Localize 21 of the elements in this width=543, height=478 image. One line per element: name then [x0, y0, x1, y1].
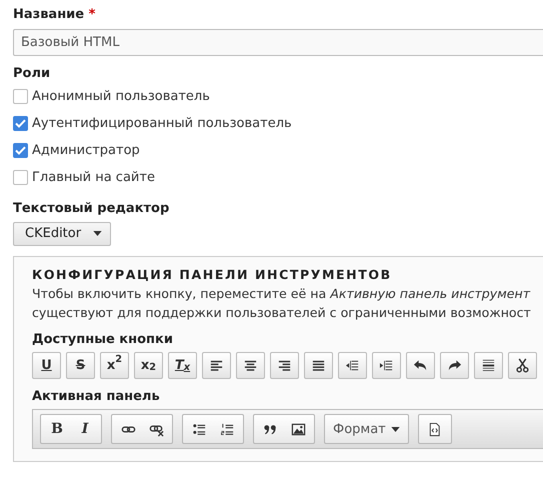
- format-dropdown[interactable]: Формат: [327, 417, 406, 442]
- text-button[interactable]: x$^{2}$: [100, 352, 129, 379]
- underline-button[interactable]: U: [32, 352, 61, 379]
- role-label[interactable]: Аутентифицированный пользователь: [32, 114, 292, 134]
- required-mark: *: [88, 7, 96, 22]
- roles-label: Роли: [13, 64, 50, 82]
- available-buttons-label: Доступные кнопки: [32, 331, 173, 350]
- active-toolbar-label: Активная панель: [32, 388, 160, 406]
- description-line: Чтобы включить кнопку, переместите её на Активную панель инструмент: [32, 285, 532, 304]
- bold-button[interactable]: B: [43, 417, 71, 442]
- italic-button[interactable]: I: [71, 417, 99, 442]
- name-input[interactable]: Базовый HTML: [13, 28, 543, 56]
- panel-title: КОНФИГУРАЦИЯ ПАНЕЛИ ИНСТРУМЕНТОВ: [32, 266, 393, 284]
- role-label[interactable]: Администратор: [32, 140, 140, 160]
- editor-select[interactable]: CKEditor: [13, 222, 112, 246]
- role-label[interactable]: Анонимный пользователь: [32, 86, 210, 106]
- description-line: существуют для поддержки пользователей с ограниченными возможност: [32, 304, 532, 322]
- field-label: Название *: [13, 6, 96, 24]
- editor-label: Текстовый редактор: [13, 200, 170, 218]
- role-label[interactable]: Главный на сайте: [32, 168, 155, 188]
- strike-button[interactable]: S: [66, 352, 95, 379]
